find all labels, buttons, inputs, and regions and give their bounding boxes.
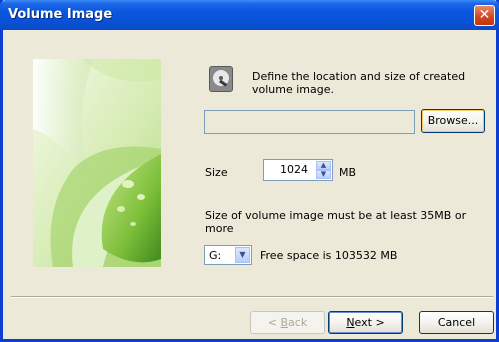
wizard-side-image [33,59,161,267]
size-value[interactable]: 1024 [280,163,308,176]
volume-path-field[interactable] [204,110,415,134]
spin-buttons: ▲ ▼ [316,161,331,179]
down-arrow-icon[interactable]: ▼ [316,170,331,179]
back-prefix: < [267,316,281,329]
back-button[interactable]: < Back [250,311,325,334]
size-label: Size [205,166,228,179]
next-button[interactable]: Next > [328,311,403,334]
size-spinner[interactable]: 1024 ▲ ▼ [263,159,333,181]
next-label-rest: ext > [354,316,385,329]
size-requirement-note: Size of volume image must be at least 35… [205,209,467,235]
chevron-down-icon[interactable]: ▼ [235,247,250,263]
close-button[interactable]: ✕ [474,5,495,26]
size-unit-label: MB [339,166,357,179]
window-title: Volume Image [8,7,113,22]
drive-value: G: [209,249,222,262]
disk-icon [206,64,236,94]
free-space-label: Free space is 103532 MB [260,249,398,262]
dialog-description: Define the location and size of created … [252,70,466,96]
volume-image-dialog: Volume Image ✕ Define the location and s… [0,0,499,342]
back-label-rest: ack [288,316,308,329]
next-accesskey: N [346,316,355,329]
drive-select[interactable]: G: ▼ [204,245,252,265]
title-bar[interactable]: Volume Image ✕ [0,0,499,30]
back-accesskey: B [280,316,289,329]
button-divider [11,296,493,298]
close-icon: ✕ [478,7,491,23]
cancel-button[interactable]: Cancel [419,311,494,334]
up-arrow-icon[interactable]: ▲ [316,161,331,170]
leaf-illustration [33,59,161,267]
browse-button[interactable]: Browse... [421,109,485,133]
